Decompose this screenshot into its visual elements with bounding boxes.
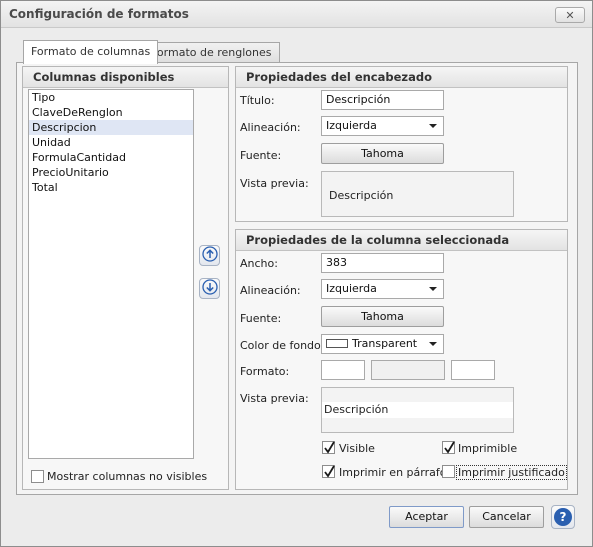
list-item[interactable]: ClaveDeRenglon [29, 105, 193, 120]
format-pattern-input[interactable] [371, 360, 445, 380]
column-format-label: Formato: [240, 365, 290, 378]
available-columns-list[interactable]: Tipo ClaveDeRenglon Descripcion Unidad F… [28, 89, 194, 459]
column-preview-label: Vista previa: [240, 392, 309, 405]
column-preview-text: Descripción [324, 403, 389, 416]
list-item[interactable]: Total [29, 180, 193, 195]
print-in-paragraph-checkbox[interactable] [322, 465, 335, 478]
list-item[interactable]: PrecioUnitario [29, 165, 193, 180]
header-align-label: Alineación: [240, 121, 301, 134]
chevron-down-icon [429, 124, 437, 128]
header-preview-label: Vista previa: [240, 177, 309, 190]
print-in-paragraph-label: Imprimir en párrafo [339, 466, 447, 479]
column-align-value: Izquierda [326, 282, 377, 295]
print-justified-label: Imprimir justificado [456, 465, 567, 480]
header-preview-text: Descripción [329, 189, 394, 202]
column-align-select[interactable]: Izquierda [321, 279, 444, 299]
print-justified-checkbox[interactable] [442, 465, 455, 478]
header-font-button[interactable]: Tahoma [321, 143, 444, 164]
column-width-input[interactable]: 383 [321, 253, 444, 273]
header-title-label: Título: [240, 94, 275, 107]
list-item[interactable]: Tipo [29, 90, 193, 105]
chevron-down-icon [429, 287, 437, 291]
color-swatch [326, 339, 348, 348]
cancel-button[interactable]: Cancelar [469, 506, 544, 528]
column-font-button[interactable]: Tahoma [321, 306, 444, 327]
list-item-selected[interactable]: Descripcion [29, 120, 193, 135]
close-button[interactable]: ✕ [555, 7, 585, 23]
header-align-value: Izquierda [326, 119, 377, 132]
dialog-window: Configuración de formatos ✕ Formato de c… [0, 0, 593, 547]
tab-column-format[interactable]: Formato de columnas [23, 40, 159, 64]
arrow-up-circle-icon [201, 246, 218, 265]
show-hidden-columns-label: Mostrar columnas no visibles [47, 470, 208, 483]
column-font-label: Fuente: [240, 312, 282, 325]
header-title-input[interactable]: Descripción [321, 90, 444, 110]
arrow-down-circle-icon [201, 279, 218, 298]
list-item[interactable]: FormulaCantidad [29, 150, 193, 165]
header-preview-box: Descripción [321, 171, 514, 217]
format-suffix-input[interactable] [451, 360, 495, 380]
close-icon: ✕ [565, 8, 575, 22]
column-align-label: Alineación: [240, 284, 301, 297]
visible-label: Visible [339, 442, 375, 455]
printable-label: Imprimible [458, 442, 518, 455]
printable-checkbox[interactable] [442, 441, 455, 454]
header-font-label: Fuente: [240, 149, 282, 162]
format-prefix-input[interactable] [321, 360, 365, 380]
window-title: Configuración de formatos [9, 7, 189, 21]
chevron-down-icon [429, 342, 437, 346]
column-properties-header: Propiedades de la columna seleccionada [236, 230, 567, 251]
move-up-button[interactable] [199, 245, 220, 266]
header-properties-header: Propiedades del encabezado [236, 67, 567, 88]
column-preview-cell: Descripción [322, 402, 513, 418]
tab-row-format[interactable]: Formato de renglones [143, 42, 280, 63]
column-bg-color-select[interactable]: Transparent [321, 334, 444, 354]
visible-checkbox[interactable] [322, 441, 335, 454]
title-bar[interactable]: Configuración de formatos ✕ [1, 1, 592, 28]
help-button[interactable]: ? [551, 505, 575, 529]
header-align-select[interactable]: Izquierda [321, 116, 444, 136]
show-hidden-columns-checkbox[interactable] [31, 470, 44, 483]
column-bg-color-value: Transparent [352, 337, 418, 350]
list-item[interactable]: Unidad [29, 135, 193, 150]
column-width-label: Ancho: [240, 257, 278, 270]
help-icon: ? [554, 508, 572, 526]
column-preview-box: Descripción [321, 387, 514, 433]
column-bg-color-label: Color de fondo: [240, 339, 325, 352]
available-columns-header: Columnas disponibles [23, 67, 228, 88]
move-down-button[interactable] [199, 278, 220, 299]
accept-button[interactable]: Aceptar [389, 506, 464, 528]
